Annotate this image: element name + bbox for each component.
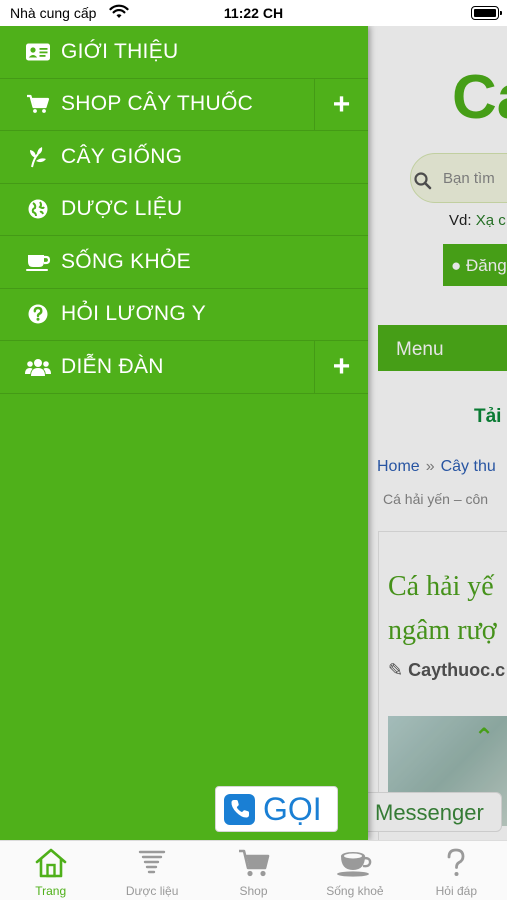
phone-icon xyxy=(224,793,255,825)
battery-icon xyxy=(471,6,502,20)
menu-item-dien-dan[interactable]: DIỄN ĐÀN + xyxy=(0,341,368,394)
question-circle-icon xyxy=(25,303,51,325)
menu-label: GIỚI THIỆU xyxy=(61,39,179,63)
background-page: Ca Bạn tìm Vd: Xạ c ● Đăng Menu Tải Home… xyxy=(368,26,507,840)
expand-plus-icon[interactable]: + xyxy=(314,78,368,131)
bottom-tab-bar: Trang Dược liệu Shop Sống khoẻ Hỏi đáp xyxy=(0,840,507,900)
menu-item-duoc-lieu[interactable]: DƯỢC LIỆU xyxy=(0,184,368,236)
shopping-cart-icon xyxy=(25,93,51,115)
expand-plus-icon[interactable]: + xyxy=(314,341,368,393)
status-bar: Nhà cung cấp 11:22 CH xyxy=(0,0,507,26)
menu-label: SHOP CÂY THUỐC xyxy=(61,92,254,116)
coffee-cup-icon xyxy=(25,251,51,273)
tab-trang[interactable]: Trang xyxy=(0,841,101,900)
drawer-menu: GIỚI THIỆU SHOP CÂY THUỐC + CÂY GIỐNG DƯ… xyxy=(0,26,368,394)
cart-icon xyxy=(237,847,271,879)
cup-icon xyxy=(335,847,375,879)
call-button[interactable]: GỌI xyxy=(215,786,338,832)
menu-label: DƯỢC LIỆU xyxy=(61,197,183,221)
question-mark-icon xyxy=(444,847,468,879)
tab-shop[interactable]: Shop xyxy=(203,841,304,900)
leaf-icon xyxy=(25,146,51,168)
tab-label: Hỏi đáp xyxy=(435,884,478,898)
menu-item-gioi-thieu[interactable]: GIỚI THIỆU xyxy=(0,26,368,79)
menu-item-cay-giong[interactable]: CÂY GIỐNG xyxy=(0,131,368,184)
side-drawer: GIỚI THIỆU SHOP CÂY THUỐC + CÂY GIỐNG DƯ… xyxy=(0,26,368,840)
call-label: GỌI xyxy=(263,790,322,827)
menu-item-song-khoe[interactable]: SỐNG KHỎE xyxy=(0,236,368,289)
tab-label: Dược liệu xyxy=(125,884,179,898)
menu-label: HỎI LƯƠNG Y xyxy=(61,302,207,326)
home-icon xyxy=(34,847,68,879)
tab-label: Sống khoẻ xyxy=(326,884,384,898)
drawer-overlay[interactable] xyxy=(368,26,507,840)
menu-item-shop-cay-thuoc[interactable]: SHOP CÂY THUỐC + xyxy=(0,78,368,131)
tab-duoc-lieu[interactable]: Dược liệu xyxy=(101,841,202,900)
tab-label: Trang xyxy=(35,884,67,898)
tab-hoi-dap[interactable]: Hỏi đáp xyxy=(406,841,507,900)
tornado-icon xyxy=(137,847,167,879)
menu-label: DIỄN ĐÀN xyxy=(61,354,164,378)
tab-label: Shop xyxy=(239,884,268,898)
menu-label: SỐNG KHỎE xyxy=(61,249,191,273)
users-icon xyxy=(25,356,51,378)
menu-label: CÂY GIỐNG xyxy=(61,144,183,168)
id-card-icon xyxy=(25,41,51,63)
menu-item-hoi-luong-y[interactable]: HỎI LƯƠNG Y xyxy=(0,289,368,341)
clock: 11:22 CH xyxy=(223,5,284,21)
tab-song-khoe[interactable]: Sống khoẻ xyxy=(304,841,405,900)
globe-icon xyxy=(25,198,51,220)
